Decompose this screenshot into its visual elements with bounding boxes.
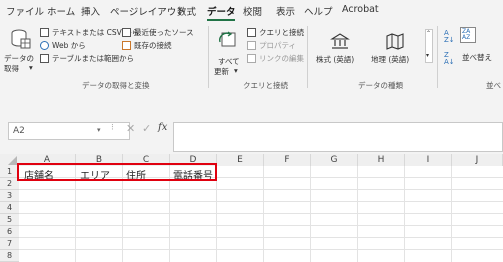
stocks-button[interactable]: 株式 (英語) (314, 30, 366, 70)
cancel-icon[interactable]: ✕ (126, 122, 135, 135)
from-table-label: テーブルまたは範囲から (52, 54, 135, 63)
sort-za-icon: Z A↓ (444, 51, 455, 66)
edit-links-label: リンクの編集 (259, 54, 304, 63)
column-header-f[interactable]: F (264, 154, 311, 166)
menu-review[interactable]: 校閲 (243, 4, 262, 18)
row-header-4[interactable]: 4 (0, 202, 19, 214)
sort-az-icon: A Z↓ (444, 29, 455, 44)
column-header-i[interactable]: I (405, 154, 452, 166)
edit-links-button[interactable]: リンクの編集 (247, 53, 307, 64)
ribbon-separator (208, 26, 209, 88)
sort-descending-button[interactable]: Z A↓ (444, 52, 458, 66)
sort-dialog-button[interactable]: ZA AZ (460, 27, 476, 43)
name-box-value: A2 (13, 126, 25, 136)
edit-links-icon (247, 54, 256, 63)
queries-icon (247, 28, 256, 37)
scroll-up-icon[interactable]: ⌃ (426, 30, 431, 37)
recent-sources-button[interactable]: 最近使ったソース (122, 27, 202, 38)
formula-bar-splitter-icon[interactable]: ⁝ (111, 123, 114, 133)
enter-icon[interactable]: ✓ (142, 122, 151, 135)
row-header-6[interactable]: 6 (0, 226, 19, 238)
from-web-label: Web から (52, 41, 86, 50)
highlight-box (17, 163, 217, 181)
column-header-g[interactable]: G (311, 154, 358, 166)
menu-data[interactable]: データ (207, 4, 236, 18)
recent-sources-icon (122, 28, 131, 37)
gridline (357, 166, 358, 262)
geography-button[interactable]: 地理 (英語) (369, 30, 421, 70)
get-data-dropdown-icon[interactable]: ▾ (29, 63, 33, 72)
menu-acrobat[interactable]: Acrobat (342, 4, 379, 15)
from-web-button[interactable]: Web から (40, 40, 90, 51)
recent-sources-label: 最近使ったソース (134, 28, 194, 37)
gridline (310, 166, 311, 262)
column-header-j[interactable]: J (452, 154, 503, 166)
gridline (19, 189, 503, 190)
gridline (19, 201, 503, 202)
web-icon (40, 41, 49, 50)
geography-label: 地理 (英語) (371, 55, 410, 64)
refresh-icon (219, 31, 236, 47)
gridline (19, 225, 503, 226)
gridline (263, 166, 264, 262)
properties-button[interactable]: プロパティ (247, 40, 307, 51)
menu-insert[interactable]: 挿入 (81, 4, 100, 18)
menu-file[interactable]: ファイル (6, 4, 44, 18)
properties-label: プロパティ (259, 41, 297, 50)
menu-help[interactable]: ヘルプ (304, 4, 333, 18)
insert-function-icon[interactable]: fx (158, 122, 167, 133)
connections-icon (122, 41, 131, 50)
queries-connections-button[interactable]: クエリと接続 (247, 27, 307, 38)
column-header-h[interactable]: H (358, 154, 405, 166)
menu-formulas[interactable]: 数式 (177, 4, 196, 18)
active-tab-indicator (207, 19, 235, 21)
refresh-all-label-2: 更新 (214, 67, 229, 76)
gridline (19, 237, 503, 238)
row-header-7[interactable]: 7 (0, 238, 19, 250)
existing-connections-button[interactable]: 既存の接続 (122, 40, 202, 51)
gridline (19, 249, 503, 250)
gridline (451, 166, 452, 262)
bank-icon (330, 33, 350, 49)
menu-view[interactable]: 表示 (276, 4, 295, 18)
queries-connections-label: クエリと接続 (259, 28, 304, 37)
row-header-8[interactable]: 8 (0, 250, 19, 262)
group-label-sort-filter: 並べ (486, 81, 501, 90)
from-text-csv-button[interactable]: テキストまたは CSV から (40, 27, 139, 38)
column-header-e[interactable]: E (217, 154, 264, 166)
sort-dialog-icon: ZA AZ (462, 28, 471, 41)
group-label-get-transform: データの取得と変換 (82, 81, 150, 90)
data-types-gallery-scroll[interactable]: ⌃ ▾ (425, 29, 433, 63)
ribbon-separator (307, 26, 308, 88)
scroll-more-icon[interactable]: ▾ (426, 52, 429, 59)
menu-bar: ファイル ホーム 挿入 ページレイアウト 数式 データ 校閲 表示 ヘルプ Ac… (0, 0, 503, 22)
menu-page-layout[interactable]: ページレイアウト (110, 4, 186, 18)
ribbon-separator (437, 26, 438, 88)
name-box-dropdown-icon[interactable]: ▾ (97, 126, 101, 134)
properties-icon (247, 41, 256, 50)
refresh-all-dropdown-icon[interactable]: ▾ (234, 66, 238, 75)
map-icon (386, 33, 404, 50)
sort-label: 並べ替え (462, 53, 492, 62)
menu-home[interactable]: ホーム (47, 4, 75, 18)
text-file-icon (40, 28, 49, 37)
row-header-3[interactable]: 3 (0, 190, 19, 202)
group-label-data-types: データの種類 (358, 81, 403, 90)
formula-input[interactable] (173, 122, 503, 152)
database-icon (11, 29, 31, 49)
row-header-5[interactable]: 5 (0, 214, 19, 226)
table-icon (40, 54, 49, 63)
gridline (404, 166, 405, 262)
sort-ascending-button[interactable]: A Z↓ (444, 30, 458, 44)
get-data-label-2: 取得 (4, 64, 19, 73)
existing-connections-label: 既存の接続 (134, 41, 172, 50)
group-label-queries: クエリと接続 (243, 81, 288, 90)
gridline (19, 213, 503, 214)
from-table-button[interactable]: テーブルまたは範囲から (40, 53, 134, 64)
stocks-label: 株式 (英語) (316, 55, 355, 64)
